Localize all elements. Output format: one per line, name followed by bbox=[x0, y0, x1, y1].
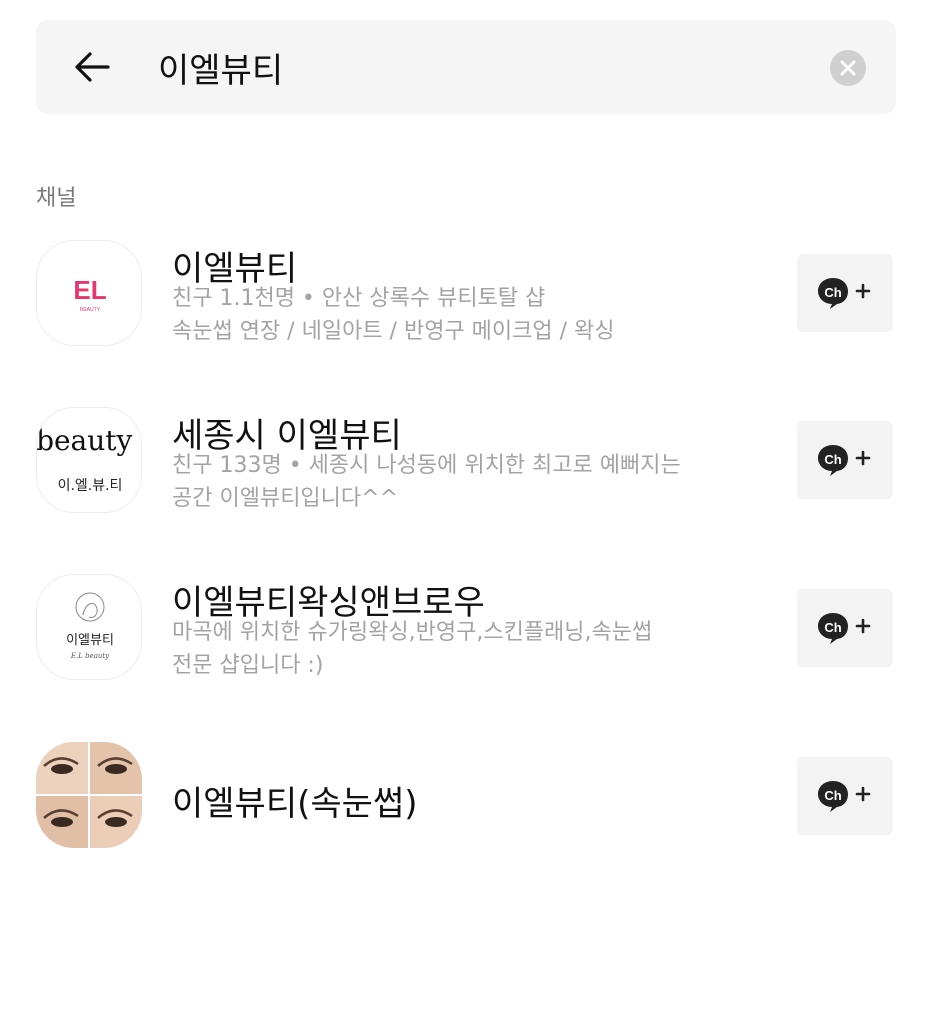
add-channel-button[interactable]: Ch bbox=[797, 757, 893, 835]
channel-description-line2: 속눈썹 연장 / 네일아트 / 반영구 메이크업 / 왁싱 bbox=[172, 319, 615, 344]
logo-subtext: BEAUTY bbox=[80, 307, 101, 313]
channel-avatar: el beauty 이.엘.뷰.티 bbox=[36, 407, 142, 513]
search-results-page: 채널 EL BEAUTY 이엘뷰티 친구 1.1천명 • 안산 상록수 뷰티토탈… bbox=[0, 0, 931, 1013]
search-input[interactable] bbox=[158, 44, 798, 90]
add-channel-button[interactable]: Ch bbox=[797, 589, 893, 667]
search-bar bbox=[36, 20, 896, 114]
logo-text: 이엘뷰티 bbox=[66, 633, 114, 648]
eyelash-photo-icon bbox=[36, 742, 142, 848]
channel-description-line1: 친구 133명 • 세종시 나성동에 위치한 최고로 예뻐지는 bbox=[172, 453, 681, 478]
channel-plus-icon: Ch bbox=[818, 781, 871, 812]
channel-name: 이엘뷰티(속눈썹) bbox=[172, 784, 418, 824]
add-channel-button[interactable]: Ch bbox=[797, 421, 893, 499]
clear-search-icon[interactable] bbox=[830, 50, 866, 86]
channel-avatar bbox=[36, 742, 142, 848]
channel-item[interactable]: 이엘뷰티 E.L beauty 이엘뷰티왁싱앤브로우 마곡에 위치한 슈가링왁싱… bbox=[0, 574, 931, 684]
logo-text: EL bbox=[73, 275, 106, 305]
svg-text:Ch: Ch bbox=[824, 620, 841, 635]
channel-description-line2: 공간 이엘뷰티입니다^^ bbox=[172, 486, 399, 511]
channel-plus-icon: Ch bbox=[818, 613, 871, 644]
svg-text:Ch: Ch bbox=[824, 285, 841, 300]
logo-subtext: E.L beauty bbox=[70, 652, 110, 660]
back-arrow-icon[interactable] bbox=[72, 47, 112, 87]
channel-avatar: EL BEAUTY bbox=[36, 240, 142, 346]
add-channel-button[interactable]: Ch bbox=[797, 254, 893, 332]
logo-subtext: 이.엘.뷰.티 bbox=[58, 478, 123, 494]
svg-text:Ch: Ch bbox=[824, 452, 841, 467]
channel-plus-icon: Ch bbox=[818, 278, 871, 309]
channel-description-line2: 전문 샵입니다 :) bbox=[172, 653, 324, 678]
channel-item[interactable]: 이엘뷰티(속눈썹) bbox=[0, 742, 931, 852]
channel-item[interactable]: EL BEAUTY 이엘뷰티 친구 1.1천명 • 안산 상록수 뷰티토탈 샵 … bbox=[0, 240, 931, 350]
channel-avatar: 이엘뷰티 E.L beauty bbox=[36, 574, 142, 680]
section-label-channels: 채널 bbox=[36, 186, 77, 211]
channel-item[interactable]: el beauty 이.엘.뷰.티 세종시 이엘뷰티 친구 133명 • 세종시… bbox=[0, 407, 931, 517]
svg-text:Ch: Ch bbox=[824, 788, 841, 803]
logo-text: el beauty bbox=[37, 424, 133, 457]
channel-description-line1: 마곡에 위치한 슈가링왁싱,반영구,스킨플래닝,속눈썹 bbox=[172, 620, 653, 645]
channel-plus-icon: Ch bbox=[818, 445, 871, 476]
channel-description-line1: 친구 1.1천명 • 안산 상록수 뷰티토탈 샵 bbox=[172, 286, 546, 311]
